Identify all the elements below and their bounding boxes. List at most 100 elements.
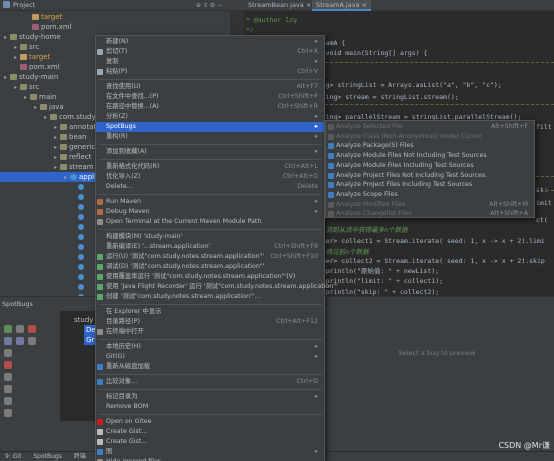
menu-item[interactable]: 在终端中打开 — [96, 327, 324, 337]
submenu-arrow-icon: ▸ — [314, 393, 318, 400]
menu-item[interactable]: 比较对象... Ctrl+D — [96, 377, 324, 387]
import-icon[interactable] — [4, 385, 12, 393]
menu-item[interactable]: Hide ignored files — [96, 457, 324, 461]
submenu-item[interactable]: Analyze Package(S) Files — [326, 141, 534, 151]
menu-shortcut: Alt+Shift+M — [489, 200, 528, 208]
clear-icon[interactable] — [4, 361, 12, 369]
menu-item[interactable]: Open on Gitee — [96, 417, 324, 427]
ide-window: Project ⊕ ⇕ ⚙ − target pom.xml ▸ study-home… — [0, 0, 554, 461]
menu-item[interactable]: 在 Explorer 中显示 — [96, 307, 324, 317]
status-git[interactable]: 9: Git — [0, 452, 26, 461]
menu-item[interactable]: 图 ▸ — [96, 447, 324, 457]
code-line[interactable]: tring> stringList = Arrays.asList("a", "… — [310, 80, 502, 90]
menu-item[interactable]: 使用覆盖率运行 '测试"com.study.notes.stream.appli… — [96, 272, 324, 282]
menu-separator — [98, 389, 322, 390]
java-class-icon[interactable] — [78, 214, 84, 220]
java-class-icon[interactable] — [78, 224, 84, 230]
menu-item[interactable]: Create Gist... — [96, 427, 324, 437]
settings-icon[interactable] — [4, 397, 12, 405]
status-spotbugs[interactable]: SpotBugs — [28, 452, 67, 461]
menu-item[interactable]: Debug Maven ▸ — [96, 207, 324, 217]
menu-item[interactable]: 在文件中查找...(P) Ctrl+Shift+F — [96, 92, 324, 102]
tree-row[interactable]: target — [0, 12, 230, 22]
search-icon[interactable] — [28, 337, 36, 345]
menu-item[interactable]: 使用 'Java Flight Recorder' 运行 '测试"com.stu… — [96, 282, 338, 292]
java-class-icon[interactable] — [78, 184, 84, 190]
code-line[interactable]: <String> stream = stringList.stream(); — [310, 92, 459, 102]
submenu-item[interactable]: Analyze Module Files Including Test Sour… — [326, 161, 534, 171]
java-class-icon[interactable] — [78, 204, 84, 210]
menu-item[interactable]: Git(G) ▸ — [96, 352, 324, 362]
code-line[interactable]: nteger> collect1 = Stream.iterate( seed:… — [310, 236, 545, 246]
results-root[interactable]: study — [74, 315, 93, 325]
filter-icon[interactable] — [16, 325, 24, 333]
code-line[interactable]: * @author lzq — [246, 15, 297, 25]
java-class-icon[interactable] — [78, 284, 84, 290]
stop-icon[interactable] — [28, 325, 36, 333]
menu-item[interactable]: Create Gist... — [96, 437, 324, 447]
submenu-item-label: Analyze Module Files Including Test Sour… — [336, 161, 474, 169]
menu-item[interactable]: 重新格式化代码(R) Ctrl+Alt+L — [96, 162, 324, 172]
menu-item[interactable]: 添加到收藏(A) ▸ — [96, 147, 324, 157]
menu-item[interactable]: 查找使用(U) Alt+F7 — [96, 82, 324, 92]
menu-item[interactable]: 本地历史(H) ▸ — [96, 342, 324, 352]
menu-item[interactable]: 调试(D) '测试"com.study.notes.stream.applica… — [96, 262, 324, 272]
submenu-item[interactable]: Analyze Selected File Alt+Shift+F — [326, 122, 534, 132]
submenu-item[interactable]: Analyze Module Files Not Including Test … — [326, 151, 534, 161]
java-class-icon[interactable] — [78, 244, 84, 250]
menu-item[interactable]: 粘贴(P) Ctrl+V — [96, 67, 324, 77]
menu-item[interactable]: 新建(N) ▸ — [96, 37, 324, 47]
group-icon[interactable] — [4, 349, 12, 357]
tab-label: StreamBean.java — [248, 1, 304, 9]
submenu-item[interactable]: Analyze Scope Files — [326, 190, 534, 200]
menu-item[interactable]: Delete... Delete — [96, 182, 324, 192]
code-line[interactable]: tic void main(String[] args) { — [310, 48, 427, 58]
menu-item[interactable]: 重新从磁盘加载 — [96, 362, 324, 372]
expand-icon[interactable] — [4, 337, 12, 345]
menu-item[interactable]: 复制 ▸ — [96, 57, 324, 67]
menu-item[interactable]: 重新编译(E) '...stream.application' Ctrl+Shif… — [96, 242, 324, 252]
menu-item[interactable]: 分析(Z) ▸ — [96, 112, 324, 122]
export-icon[interactable] — [4, 373, 12, 381]
menu-item[interactable]: 创建 '测试"com.study.notes.stream.applicatio… — [96, 292, 324, 302]
package-icon — [60, 144, 67, 150]
tree-row[interactable]: pom.xml — [0, 22, 230, 32]
create-icon — [97, 294, 103, 300]
java-class-icon[interactable] — [78, 274, 84, 280]
code-line[interactable]: out.println("原始值: " + newList); — [310, 266, 439, 276]
menu-item[interactable]: 剪切(T) Ctrl+X — [96, 47, 324, 57]
submenu-item[interactable]: Analyze Project Files Including Test Sou… — [326, 180, 534, 190]
menu-item[interactable]: SpotBugs ▸ — [96, 122, 324, 132]
collapse-icon[interactable] — [16, 337, 24, 345]
tab-streambean[interactable]: StreamBean.java × — [244, 0, 315, 11]
menu-item[interactable]: 重构(R) ▸ — [96, 132, 324, 142]
menu-item[interactable]: 目录路径(P) Ctrl+Alt+F12 — [96, 317, 324, 327]
run-analysis-icon[interactable] — [4, 325, 12, 333]
menu-item[interactable]: 运行(U) '测试"com.study.notes.stream.applica… — [96, 252, 324, 262]
panel-toolbar-icons[interactable]: ⊕ ⇕ ⚙ − — [196, 0, 222, 11]
menu-item[interactable]: Open Terminal at the Current Maven Modul… — [96, 217, 324, 227]
submenu-item[interactable]: Analyze Modified Files Alt+Shift+M — [326, 200, 534, 210]
submenu-item[interactable]: Analyze Changelist Files Alt+Shift+A — [326, 209, 534, 219]
code-line[interactable]: nteger> collect2 = Stream.iterate( seed:… — [310, 256, 545, 266]
submenu-item[interactable]: Analyze Project Files Not Including Test… — [326, 171, 534, 181]
menu-item[interactable]: 标记目录为 ▸ — [96, 392, 324, 402]
menu-item[interactable]: 优化导入(Z) Ctrl+Alt+O — [96, 172, 324, 182]
java-class-icon[interactable] — [78, 194, 84, 200]
java-class-icon[interactable] — [78, 234, 84, 240]
menu-item[interactable]: 在路径中替换...(A) Ctrl+Shift+R — [96, 102, 324, 112]
bug-preview: Select a bug to preview — [320, 311, 554, 451]
code-line[interactable]: */ — [246, 25, 254, 35]
menu-item[interactable]: 构建模块(M) 'study-main' — [96, 232, 324, 242]
project-panel-header[interactable]: Project ⊕ ⇕ ⚙ − — [0, 0, 230, 11]
tab-streama[interactable]: StreamA.java × — [312, 0, 372, 11]
chevron-icon[interactable]: ▸ — [64, 173, 70, 183]
status-terminal[interactable]: 终端 — [69, 452, 91, 461]
java-class-icon[interactable] — [78, 264, 84, 270]
menu-item[interactable]: Remove BOM — [96, 402, 324, 412]
menu-item-label: 本地历史(H) — [106, 343, 141, 350]
java-class-icon[interactable] — [78, 254, 84, 260]
help-icon[interactable] — [4, 409, 12, 417]
submenu-item[interactable]: Analyze Class (Non-Anonymous) Under Curs… — [326, 132, 534, 142]
menu-item[interactable]: Run Maven ▸ — [96, 197, 324, 207]
